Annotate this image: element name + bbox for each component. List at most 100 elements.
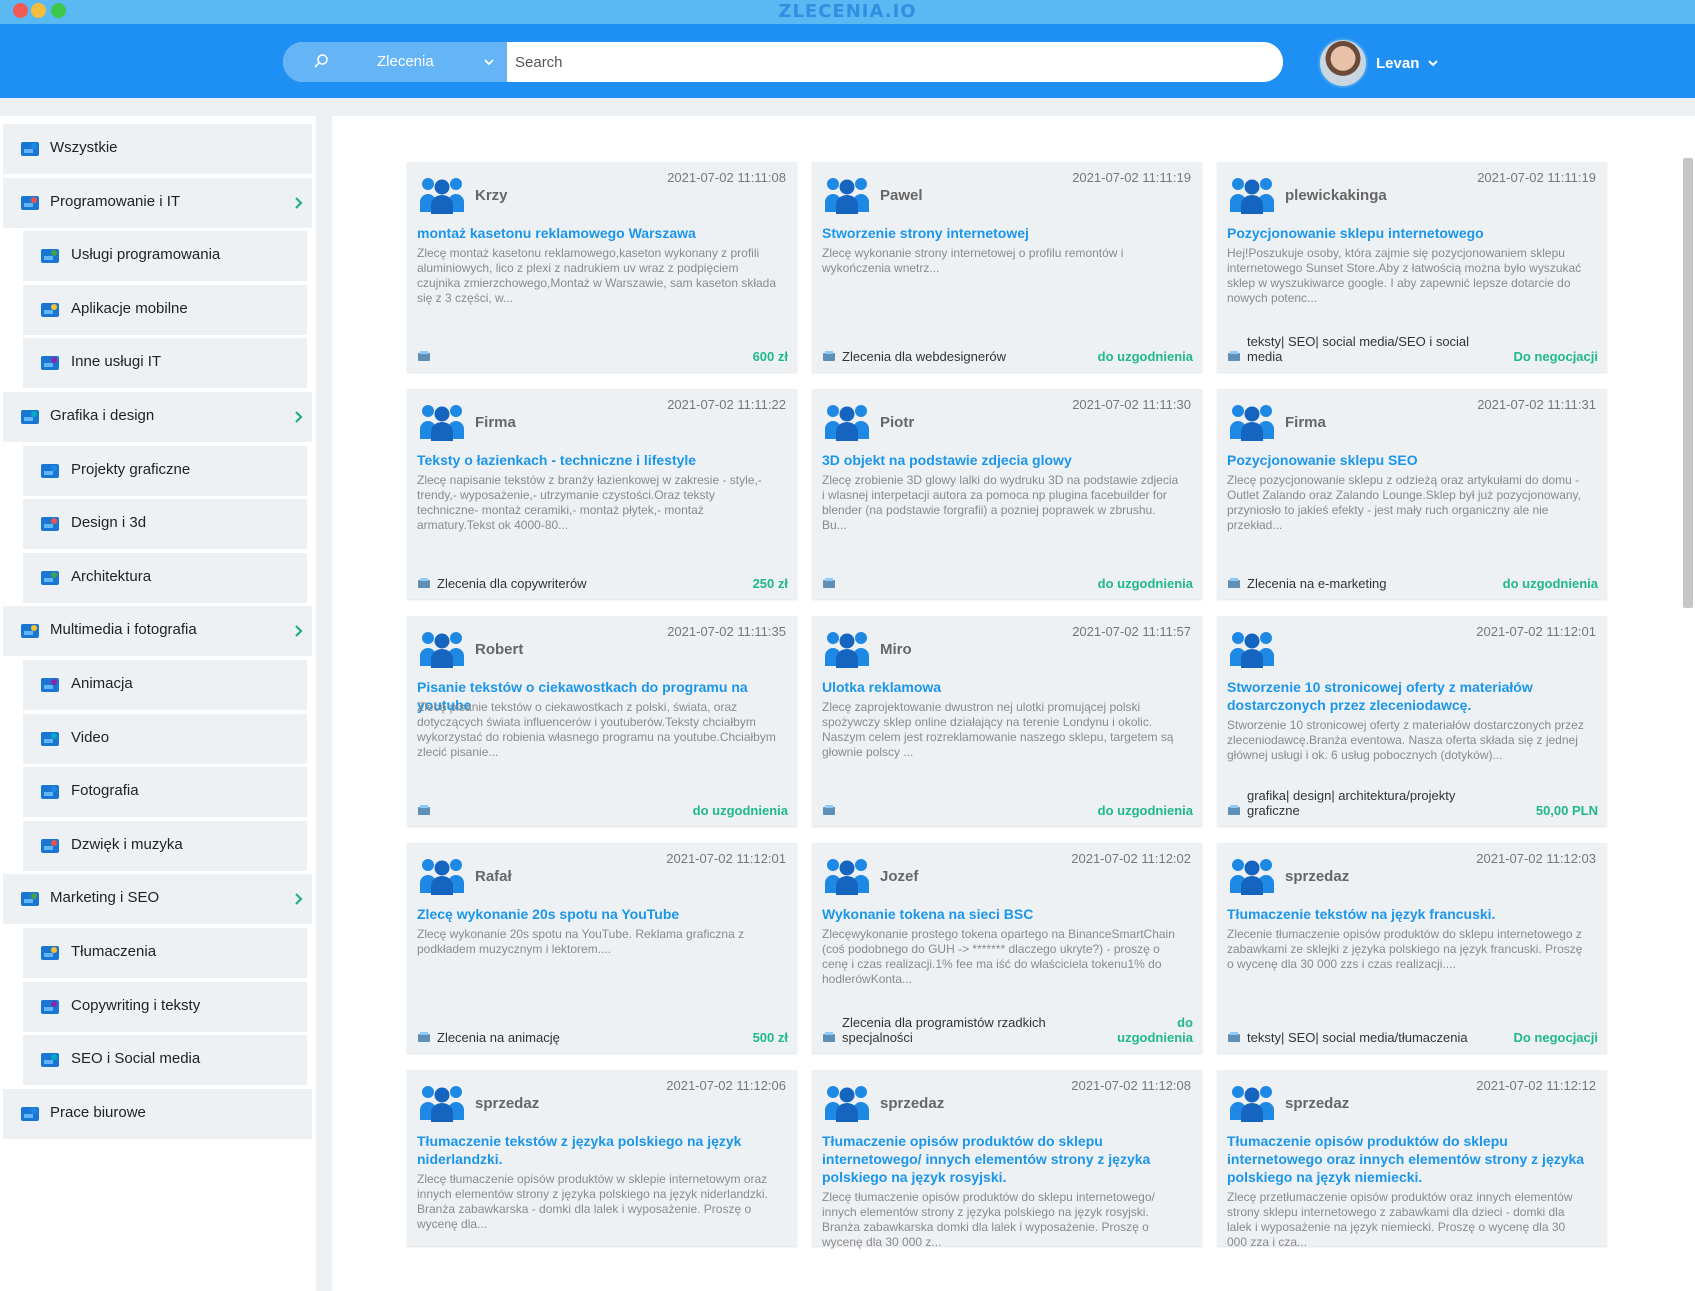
chevron-right-icon[interactable] bbox=[294, 892, 304, 906]
listing-card[interactable]: Miro 2021-07-02 11:11:57 Ulotka reklamowa Z… bbox=[812, 616, 1202, 826]
user-menu[interactable]: Levan bbox=[1318, 38, 1439, 88]
users-group-icon bbox=[420, 178, 464, 214]
listing-card[interactable]: 2021-07-02 11:12:01 Stworzenie 10 stronic… bbox=[1217, 616, 1607, 826]
sidebar-item[interactable]: Video bbox=[23, 713, 307, 764]
listing-card[interactable]: Robert 2021-07-02 11:11:35 Pisanie tekstów… bbox=[407, 616, 797, 826]
users-group-icon bbox=[825, 1086, 869, 1122]
user-name: Levan bbox=[1376, 54, 1420, 72]
sidebar-item[interactable]: Prace biurowe bbox=[3, 1088, 312, 1139]
listing-date: 2021-07-02 11:11:31 bbox=[1477, 397, 1596, 412]
listing-date: 2021-07-02 11:12:12 bbox=[1476, 1078, 1596, 1093]
scrollbar-thumb[interactable] bbox=[1683, 158, 1693, 608]
listing-description: Zlecę pisanie tekstów o ciekawostkach z … bbox=[417, 700, 776, 759]
listing-description: Zlecę pozycjonowanie sklepu z odzieżą or… bbox=[1227, 473, 1581, 532]
listing-date: 2021-07-02 11:11:30 bbox=[1072, 397, 1191, 412]
chevron-right-icon[interactable] bbox=[294, 196, 304, 210]
category-tag-icon bbox=[1228, 805, 1240, 815]
avatar[interactable] bbox=[1318, 38, 1368, 88]
listing-card[interactable]: Rafał 2021-07-02 11:12:01 Zlecę wykonanie … bbox=[407, 843, 797, 1053]
chevron-right-icon[interactable] bbox=[294, 624, 304, 638]
sidebar-item[interactable]: Copywriting i teksty bbox=[23, 981, 307, 1032]
listing-description: Zlecę tłumaczenie opisów produktów w skl… bbox=[417, 1172, 768, 1231]
sidebar-item-label: Copywriting i teksty bbox=[71, 996, 201, 1014]
listing-title[interactable]: Pozycjonowanie sklepu SEO bbox=[1227, 451, 1597, 469]
sidebar-item[interactable]: Projekty graficzne bbox=[23, 445, 307, 496]
listing-price: 600 zł bbox=[752, 349, 788, 364]
listing-card[interactable]: Pawel 2021-07-02 11:11:19 Stworzenie stron… bbox=[812, 162, 1202, 372]
search-icon[interactable] bbox=[313, 53, 329, 69]
listing-description: Zlecę montaż kasetonu reklamowego,kaseto… bbox=[417, 246, 777, 305]
listing-title[interactable]: Ulotka reklamowa bbox=[822, 678, 1192, 696]
listing-title[interactable]: Stworzenie strony internetowej bbox=[822, 224, 1192, 242]
listing-date: 2021-07-02 11:11:22 bbox=[667, 397, 786, 412]
listing-author: Firma bbox=[1285, 414, 1326, 431]
sidebar-item[interactable]: Inne usługi IT bbox=[23, 338, 307, 389]
listing-title[interactable]: Zlecę wykonanie 20s spotu na YouTube bbox=[417, 905, 787, 923]
sidebar-item[interactable]: SEO i Social media bbox=[23, 1035, 307, 1086]
listing-title[interactable]: Tłumaczenie tekstów na język francuski. bbox=[1227, 905, 1597, 923]
sidebar-item[interactable]: Dzwięk i muzyka bbox=[23, 820, 307, 871]
category-tag-icon bbox=[823, 1032, 835, 1042]
listing-author: Miro bbox=[880, 641, 912, 658]
listing-card[interactable]: plewickakinga 2021-07-02 11:11:19 Pozycjon… bbox=[1217, 162, 1607, 372]
scrollbar[interactable] bbox=[1677, 146, 1695, 1256]
sidebar-item[interactable]: Design i 3d bbox=[23, 499, 307, 550]
sidebar-item-label: Tłumaczenia bbox=[71, 943, 157, 960]
music-icon bbox=[41, 838, 59, 853]
listing-description: Zlecę tłumaczenie opisów produktów do sk… bbox=[822, 1190, 1155, 1249]
sidebar-item[interactable]: Animacja bbox=[23, 660, 307, 710]
listing-card[interactable]: Krzy 2021-07-02 11:11:08 montaż kasetonu r… bbox=[407, 162, 797, 372]
listing-category: Zlecenia na e-marketing bbox=[1247, 576, 1387, 591]
listing-title[interactable]: Wykonanie tokena na sieci BSC bbox=[822, 905, 1192, 923]
listing-title[interactable]: 3D objekt na podstawie zdjecia glowy bbox=[822, 451, 1192, 469]
listing-card[interactable]: sprzedaz 2021-07-02 11:12:03 Tłumaczenie t… bbox=[1217, 843, 1607, 1053]
sidebar-item-label: Dzwięk i muzyka bbox=[71, 835, 183, 853]
users-group-icon bbox=[420, 405, 464, 441]
sidebar-item-label: Animacja bbox=[71, 675, 133, 692]
listing-title[interactable]: Tłumaczenie opisów produktów do sklepu i… bbox=[1227, 1132, 1597, 1186]
listing-title[interactable]: Tłumaczenie tekstów z języka polskiego n… bbox=[417, 1132, 787, 1168]
sidebar-item[interactable]: Aplikacje mobilne bbox=[23, 284, 307, 335]
listing-price: Do negocjacji bbox=[1513, 1030, 1598, 1045]
browser-window-icon bbox=[41, 463, 59, 478]
category-tag-icon bbox=[823, 351, 835, 361]
category-sidebar: Wszystkie Programowanie i IT Usługi progra… bbox=[0, 116, 316, 1291]
sidebar-item[interactable]: Programowanie i IT bbox=[3, 177, 312, 228]
chevron-right-icon[interactable] bbox=[294, 410, 304, 424]
sidebar-item[interactable]: Architektura bbox=[23, 552, 307, 603]
camera-icon bbox=[21, 624, 39, 639]
listing-card[interactable]: Firma 2021-07-02 11:11:22 Teksty o łazienk… bbox=[407, 389, 797, 599]
listing-title[interactable]: montaż kasetonu reklamowego Warszawa bbox=[417, 224, 787, 242]
listing-card[interactable]: Jozef 2021-07-02 11:12:02 Wykonanie tokena… bbox=[812, 843, 1202, 1053]
listing-card[interactable]: sprzedaz 2021-07-02 11:12:06 Tłumaczenie t… bbox=[407, 1070, 797, 1246]
users-group-icon bbox=[1230, 1086, 1274, 1122]
chart-monitor-icon bbox=[21, 892, 39, 907]
mobile-icon bbox=[41, 302, 59, 317]
listing-title[interactable]: Teksty o łazienkach - techniczne i lifes… bbox=[417, 451, 787, 469]
sidebar-item[interactable]: Tłumaczenia bbox=[23, 928, 307, 978]
search-input[interactable] bbox=[507, 42, 1283, 82]
listing-description: Zlecę przetłumaczenie opisów produktów o… bbox=[1227, 1190, 1573, 1249]
listing-title[interactable]: Pozycjonowanie sklepu internetowego bbox=[1227, 224, 1597, 242]
listing-category: teksty| SEO| social media/tłumaczenia bbox=[1247, 1030, 1468, 1045]
sidebar-item[interactable]: Marketing i SEO bbox=[3, 874, 312, 925]
sidebar-item[interactable]: Wszystkie bbox=[3, 124, 312, 174]
category-tag-icon bbox=[418, 351, 430, 361]
listing-card[interactable]: Firma 2021-07-02 11:11:31 Pozycjonowanie s… bbox=[1217, 389, 1607, 599]
users-group-icon bbox=[1230, 405, 1274, 441]
listing-author: Piotr bbox=[880, 414, 915, 431]
listing-card[interactable]: sprzedaz 2021-07-02 11:12:12 Tłumaczenie o… bbox=[1217, 1070, 1607, 1249]
sidebar-item[interactable]: Multimedia i fotografia bbox=[3, 606, 312, 657]
listing-title[interactable]: Stworzenie 10 stronicowej oferty z mater… bbox=[1227, 678, 1597, 714]
listing-card[interactable]: Piotr 2021-07-02 11:11:30 3D objekt na pod… bbox=[812, 389, 1202, 599]
sidebar-item[interactable]: Usługi programowania bbox=[23, 231, 307, 282]
category-tag-icon bbox=[1228, 351, 1240, 361]
listing-card[interactable]: sprzedaz 2021-07-02 11:12:08 Tłumaczenie o… bbox=[812, 1070, 1202, 1249]
listing-author: sprzedaz bbox=[880, 1095, 945, 1112]
top-header: Zlecenia Levan bbox=[0, 24, 1695, 98]
sidebar-item[interactable]: Fotografia bbox=[23, 767, 307, 818]
sidebar-item[interactable]: Grafika i design bbox=[3, 392, 312, 442]
category-dropdown[interactable]: Zlecenia bbox=[283, 42, 507, 82]
listing-title[interactable]: Tłumaczenie opisów produktów do sklepu i… bbox=[822, 1132, 1192, 1186]
listing-description: Zlecę zrobienie 3D glowy lalki do wydruk… bbox=[822, 473, 1179, 532]
